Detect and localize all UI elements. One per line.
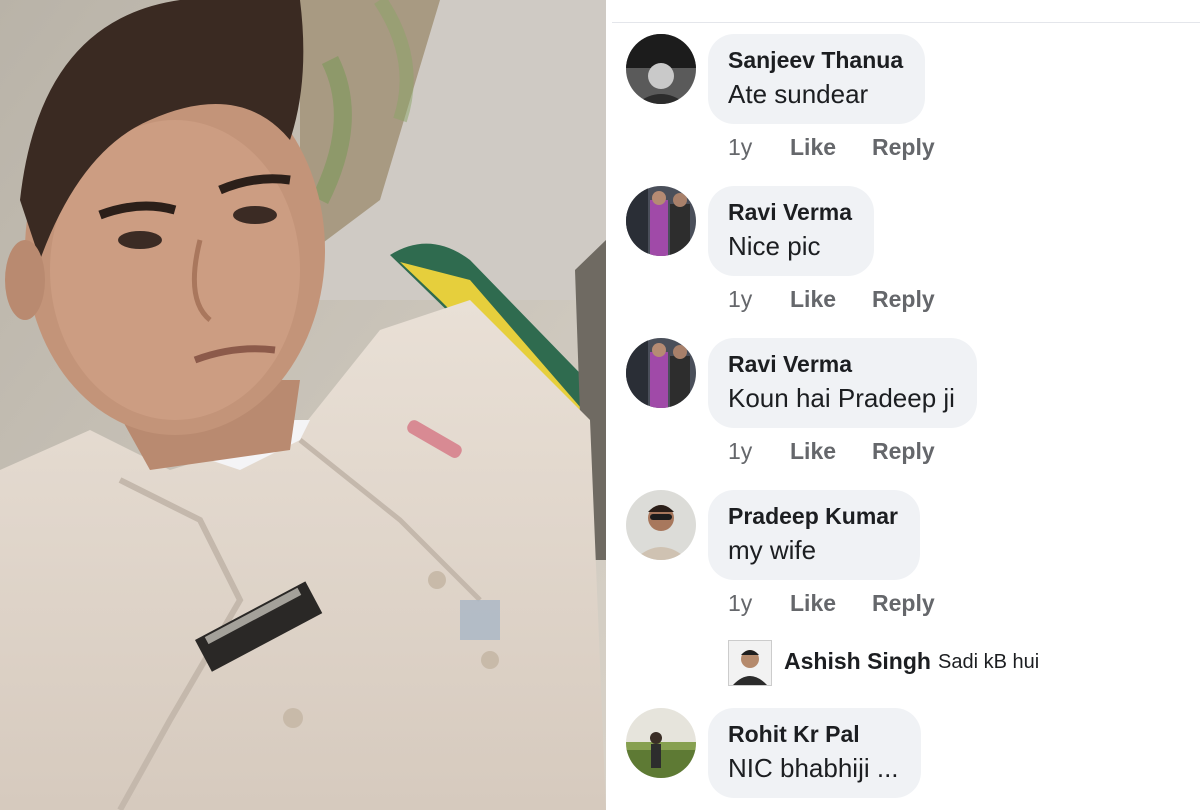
reply-button[interactable]: Reply	[872, 286, 935, 313]
comment-time[interactable]: 1y	[728, 286, 790, 313]
like-button[interactable]: Like	[790, 438, 872, 465]
comment-time[interactable]: 1y	[728, 590, 790, 617]
post-photo[interactable]	[0, 0, 606, 810]
reply-button[interactable]: Reply	[872, 438, 935, 465]
comment-text: Koun hai Pradeep ji	[728, 383, 955, 413]
avatar[interactable]	[626, 490, 696, 560]
comment-actions: 1y Like Reply	[728, 590, 935, 617]
like-button[interactable]: Like	[790, 134, 872, 161]
comment-text: Nice pic	[728, 231, 821, 261]
reply-text: Sadi kB hui	[938, 651, 1040, 673]
reply-button[interactable]: Reply	[872, 134, 935, 161]
top-border	[612, 22, 1200, 23]
comment-author[interactable]: Ravi Verma	[728, 350, 955, 378]
comment-time[interactable]: 1y	[728, 438, 790, 465]
like-button[interactable]: Like	[790, 286, 872, 313]
avatar[interactable]	[626, 338, 696, 408]
comment-author[interactable]: Rohit Kr Pal	[728, 720, 899, 748]
avatar[interactable]	[626, 708, 696, 778]
comment-actions: 1y Like Reply	[728, 134, 935, 161]
comment-text: NIC bhabhiji ...	[728, 753, 899, 783]
comment-actions: 1y Like Reply	[728, 286, 935, 313]
avatar[interactable]	[728, 640, 772, 686]
avatar[interactable]	[626, 34, 696, 104]
comment-text: my wife	[728, 535, 817, 565]
comment-author[interactable]: Ravi Verma	[728, 198, 852, 226]
comment-author[interactable]: Sanjeev Thanua	[728, 46, 903, 74]
comments-panel: Sanjeev Thanua Ate sundear 1y Like Reply R…	[612, 0, 1200, 810]
like-button[interactable]: Like	[790, 590, 872, 617]
comment-bubble: Rohit Kr Pal NIC bhabhiji ...	[708, 708, 921, 798]
comment-text: Ate sundear	[728, 79, 869, 109]
reply-author[interactable]: Ashish Singh	[784, 648, 931, 675]
comment-author[interactable]: Pradeep Kumar	[728, 502, 898, 530]
comment-bubble: Pradeep Kumar my wife	[708, 490, 921, 580]
comment-bubble: Ravi Verma Koun hai Pradeep ji	[708, 338, 977, 428]
comment-actions: 1y Like Reply	[728, 438, 935, 465]
comment-bubble: Ravi Verma Nice pic	[708, 186, 875, 276]
comment-time[interactable]: 1y	[728, 134, 790, 161]
comment-bubble: Sanjeev Thanua Ate sundear	[708, 34, 926, 124]
avatar[interactable]	[626, 186, 696, 256]
reply-button[interactable]: Reply	[872, 590, 935, 617]
